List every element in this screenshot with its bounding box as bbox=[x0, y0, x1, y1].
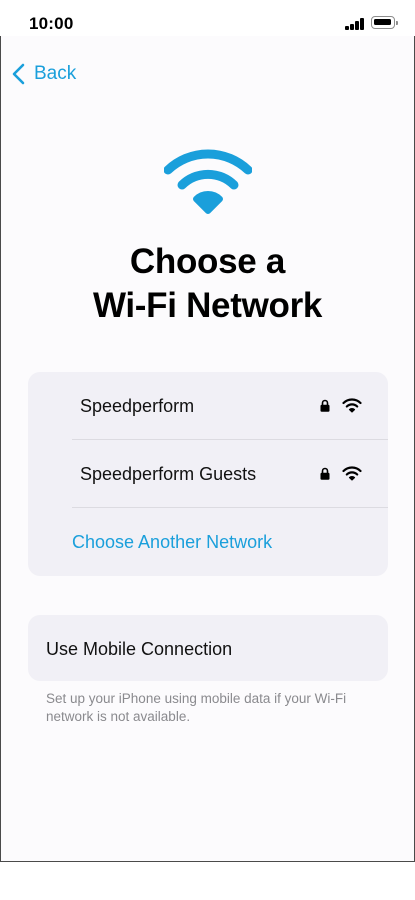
lock-icon bbox=[320, 399, 330, 412]
network-list: Speedperform Speedperform Guests Choose … bbox=[28, 372, 388, 576]
title-line-1: Choose a bbox=[129, 242, 286, 281]
network-row-speedperform[interactable]: Speedperform bbox=[72, 372, 388, 440]
mobile-connection-label: Use Mobile Connection bbox=[46, 639, 233, 659]
status-bar: 10:00 bbox=[0, 0, 415, 36]
wifi-icon bbox=[164, 149, 252, 214]
lock-icon bbox=[320, 467, 330, 480]
frame-border-bottom bbox=[0, 861, 415, 900]
phone-screen: 10:00 Back Choose a Wi-Fi Network Speedp… bbox=[0, 0, 415, 900]
page-title: Choose a Wi-Fi Network bbox=[0, 240, 415, 328]
mobile-connection-caption: Set up your iPhone using mobile data if … bbox=[46, 691, 347, 724]
status-time: 10:00 bbox=[29, 14, 74, 33]
use-mobile-connection-button[interactable]: Use Mobile Connection bbox=[28, 615, 388, 681]
frame-border-left bbox=[0, 36, 1, 862]
signal-icon bbox=[345, 17, 365, 30]
network-name: Speedperform bbox=[80, 396, 195, 416]
chevron-left-icon bbox=[12, 63, 25, 85]
network-row-speedperform-guests[interactable]: Speedperform Guests bbox=[72, 440, 388, 508]
back-label: Back bbox=[34, 63, 77, 84]
back-button[interactable]: Back bbox=[10, 60, 76, 88]
wifi-icon bbox=[342, 466, 362, 481]
title-line-2: Wi-Fi Network bbox=[92, 286, 323, 325]
choose-another-network-link[interactable]: Choose Another Network bbox=[72, 508, 372, 576]
network-name: Speedperform Guests bbox=[80, 464, 257, 484]
battery-icon bbox=[371, 16, 399, 30]
wifi-icon bbox=[342, 398, 362, 413]
